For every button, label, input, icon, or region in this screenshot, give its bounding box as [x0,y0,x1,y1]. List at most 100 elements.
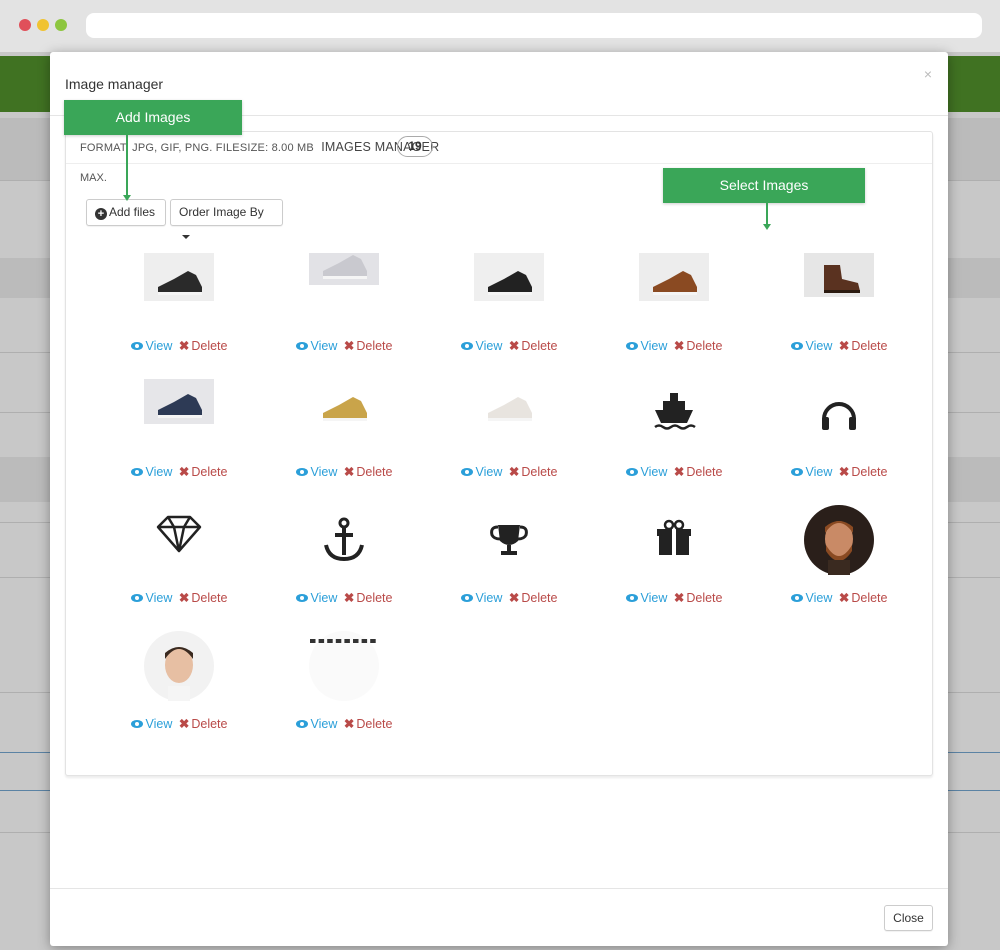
image-card[interactable]: View ✖ Delete [104,379,254,489]
image-actions: View ✖ Delete [104,590,254,605]
view-label: View [145,717,173,731]
white-sole-sneaker-thumbnail[interactable] [474,379,544,449]
ship-icon-thumbnail[interactable] [639,379,709,449]
bearded-man-portrait-thumbnail[interactable] [804,505,874,575]
image-card[interactable]: View ✖ Delete [269,379,419,489]
view-link[interactable]: View [460,591,502,605]
image-actions: View ✖ Delete [269,338,419,353]
delete-link[interactable]: ✖ Delete [179,591,228,605]
image-card[interactable]: View ✖ Delete [764,253,914,363]
image-card[interactable]: View ✖ Delete [269,505,419,615]
view-label: View [805,465,833,479]
remove-icon: ✖ [343,465,355,479]
view-link[interactable]: View [295,717,337,731]
image-card[interactable]: View ✖ Delete [764,379,914,489]
navy-canvas-sneaker-thumbnail[interactable] [144,379,214,449]
delete-link[interactable]: ✖ Delete [839,465,888,479]
brown-leather-boot-thumbnail[interactable] [804,253,874,323]
eye-icon [460,594,473,602]
delete-link[interactable]: ✖ Delete [839,591,888,605]
delete-label: Delete [356,591,393,605]
image-card[interactable]: View ✖ Delete [599,253,749,363]
image-card[interactable]: View ✖ Delete [104,505,254,615]
delete-link[interactable]: ✖ Delete [509,465,558,479]
image-card[interactable]: View ✖ Delete [599,505,749,615]
image-card[interactable]: View ✖ Delete [599,379,749,489]
window-close-dot[interactable] [19,19,31,31]
add-files-button[interactable]: + Add files [86,199,166,226]
delete-link[interactable]: ✖ Delete [344,465,393,479]
image-card[interactable]: View ✖ Delete [269,631,419,741]
image-card[interactable]: View ✖ Delete [764,505,914,615]
delete-link[interactable]: ✖ Delete [179,339,228,353]
view-link[interactable]: View [295,465,337,479]
delete-link[interactable]: ✖ Delete [674,465,723,479]
diamond-icon-thumbnail[interactable] [144,505,214,575]
image-actions: View ✖ Delete [599,464,749,479]
view-link[interactable]: View [130,339,172,353]
delete-link[interactable]: ✖ Delete [839,339,888,353]
delete-link[interactable]: ✖ Delete [179,717,228,731]
young-man-portrait-thumbnail[interactable] [144,631,214,701]
view-link[interactable]: View [625,339,667,353]
delete-link[interactable]: ✖ Delete [674,591,723,605]
image-card[interactable]: View ✖ Delete [434,505,584,615]
brown-leather-shoe-thumbnail[interactable] [639,253,709,323]
delete-link[interactable]: ✖ Delete [344,717,393,731]
delete-link[interactable]: ✖ Delete [179,465,228,479]
eye-icon [130,468,143,476]
view-link[interactable]: View [460,465,502,479]
view-link[interactable]: View [625,591,667,605]
remove-icon: ✖ [178,591,190,605]
image-actions: View ✖ Delete [764,338,914,353]
delete-link[interactable]: ✖ Delete [674,339,723,353]
address-bar[interactable] [86,13,982,38]
image-actions: View ✖ Delete [269,464,419,479]
eye-icon [130,720,143,728]
delete-link[interactable]: ✖ Delete [344,339,393,353]
image-card[interactable]: View ✖ Delete [434,379,584,489]
eye-icon [130,342,143,350]
view-link[interactable]: View [130,465,172,479]
eye-icon [790,594,803,602]
delete-label: Delete [521,591,558,605]
window-minimize-dot[interactable] [37,19,49,31]
white-high-top-sneaker-thumbnail[interactable] [309,253,379,323]
image-card[interactable]: View ✖ Delete [269,253,419,363]
view-link[interactable]: View [790,339,832,353]
view-link[interactable]: View [460,339,502,353]
close-icon[interactable]: × [924,66,932,82]
view-link[interactable]: View [790,465,833,479]
view-link[interactable]: View [130,591,172,605]
select-images-arrow-head [763,224,771,230]
delete-link[interactable]: ✖ Delete [344,591,393,605]
order-image-by-dropdown[interactable]: Order Image By [170,199,283,239]
eye-icon [295,342,308,350]
view-link[interactable]: View [295,339,337,353]
casual-shoes-black-high-top-thumbnail[interactable] [474,253,544,323]
view-link[interactable]: View [790,591,832,605]
close-button[interactable]: Close [884,905,933,931]
plus-circle-icon: + [95,208,107,220]
delete-link[interactable]: ✖ Delete [509,339,558,353]
delete-label: Delete [686,591,723,605]
view-link[interactable]: View [130,717,173,731]
window-maximize-dot[interactable] [55,19,67,31]
image-card[interactable]: View ✖ Delete [104,631,254,741]
image-count-badge: 19 [397,136,433,157]
trophy-icon-thumbnail[interactable] [474,505,544,575]
image-actions: View ✖ Delete [104,338,254,353]
gold-high-top-sneaker-thumbnail[interactable] [309,379,379,449]
headphones-icon-thumbnail[interactable] [804,379,874,449]
image-card[interactable]: View ✖ Delete [104,253,254,363]
gift-icon-thumbnail[interactable] [639,505,709,575]
view-link[interactable]: View [295,591,337,605]
divider [66,163,932,164]
casual-shoes-black-sneaker-thumbnail[interactable] [144,253,214,323]
delete-label: Delete [191,717,228,731]
delete-link[interactable]: ✖ Delete [509,591,558,605]
image-card[interactable]: View ✖ Delete [434,253,584,363]
view-link[interactable]: View [625,465,667,479]
dots-strip-image-thumbnail[interactable] [309,631,379,701]
anchor-icon-thumbnail[interactable] [309,505,379,575]
